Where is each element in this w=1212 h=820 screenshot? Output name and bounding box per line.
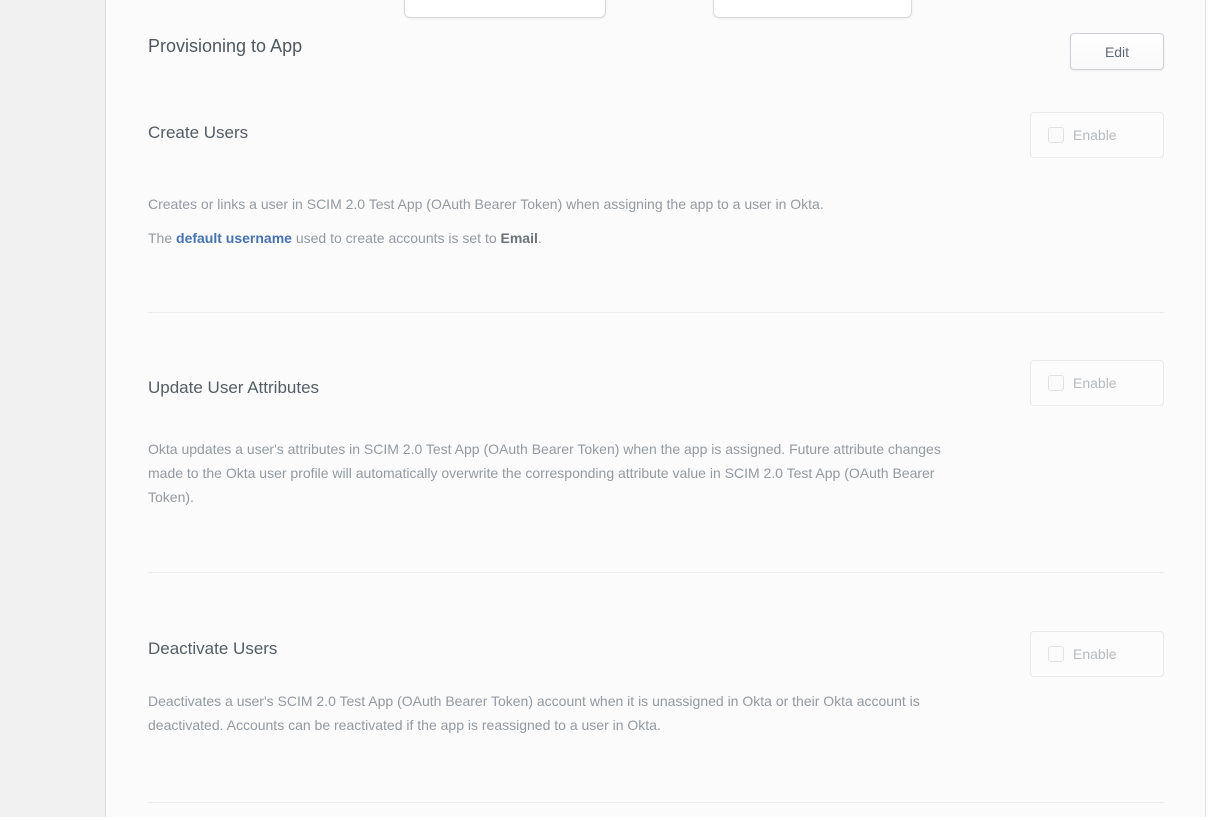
username-note-middle: used to create accounts is set to bbox=[292, 230, 501, 246]
username-note-prefix: The bbox=[148, 230, 176, 246]
enable-checkbox[interactable] bbox=[1048, 127, 1064, 143]
description-line: deactivated. Accounts can be reactivated… bbox=[148, 713, 1168, 737]
create-users-enable-toggle[interactable]: Enable bbox=[1030, 112, 1164, 158]
username-value: Email bbox=[501, 230, 538, 246]
create-users-title: Create Users bbox=[148, 122, 248, 144]
enable-checkbox[interactable] bbox=[1048, 646, 1064, 662]
deactivate-users-title: Deactivate Users bbox=[148, 638, 277, 660]
update-user-attributes-enable-toggle[interactable]: Enable bbox=[1030, 360, 1164, 406]
default-username-link[interactable]: default username bbox=[176, 230, 292, 246]
provisioning-settings-page: Provisioning to App Edit Create Users En… bbox=[0, 0, 1212, 820]
enable-label: Enable bbox=[1073, 127, 1117, 143]
description-line: Deactivates a user's SCIM 2.0 Test App (… bbox=[148, 689, 1168, 713]
left-sidebar-gutter bbox=[0, 0, 106, 817]
deactivate-users-enable-toggle[interactable]: Enable bbox=[1030, 631, 1164, 677]
cropped-input-field-right[interactable] bbox=[713, 0, 912, 18]
username-note-suffix: . bbox=[538, 230, 542, 246]
section-divider bbox=[148, 802, 1164, 803]
enable-checkbox[interactable] bbox=[1048, 375, 1064, 391]
enable-label: Enable bbox=[1073, 646, 1117, 662]
section-divider bbox=[148, 572, 1164, 573]
update-user-attributes-title: Update User Attributes bbox=[148, 377, 319, 399]
description-line: Token). bbox=[148, 485, 1168, 509]
section-divider bbox=[148, 312, 1164, 313]
panel-title: Provisioning to App bbox=[148, 34, 302, 58]
create-users-description: Creates or links a user in SCIM 2.0 Test… bbox=[148, 192, 1168, 216]
description-line: made to the Okta user profile will autom… bbox=[148, 461, 1168, 485]
deactivate-users-description: Deactivates a user's SCIM 2.0 Test App (… bbox=[148, 689, 1168, 737]
enable-label: Enable bbox=[1073, 375, 1117, 391]
description-line: Creates or links a user in SCIM 2.0 Test… bbox=[148, 192, 1168, 216]
update-user-attributes-description: Okta updates a user's attributes in SCIM… bbox=[148, 437, 1168, 509]
description-line: Okta updates a user's attributes in SCIM… bbox=[148, 437, 1168, 461]
edit-button[interactable]: Edit bbox=[1070, 33, 1164, 70]
cropped-input-field-left[interactable] bbox=[404, 0, 606, 18]
panel-right-edge bbox=[1205, 0, 1206, 817]
create-users-username-note: The default username used to create acco… bbox=[148, 226, 1168, 250]
provisioning-to-app-panel: Provisioning to App Edit Create Users En… bbox=[107, 0, 1205, 817]
